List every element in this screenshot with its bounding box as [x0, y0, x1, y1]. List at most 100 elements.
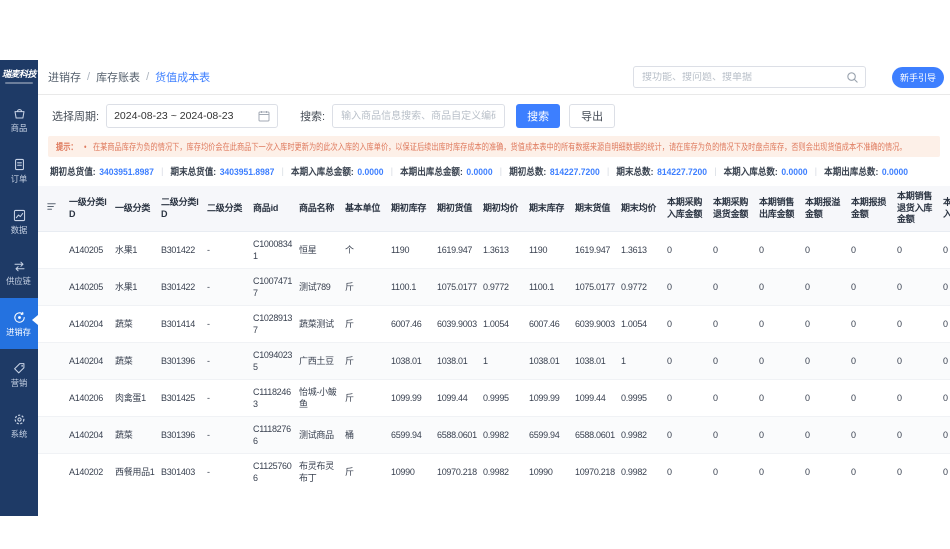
table-cell: 0	[943, 392, 948, 403]
summary-item: 期末总数: 814227.7200	[616, 164, 707, 178]
search-button[interactable]: 搜索	[516, 104, 561, 128]
table-cell: 0	[667, 355, 672, 366]
table-cell: 0	[667, 281, 672, 292]
order-icon	[12, 157, 27, 172]
table-cell: C10289137	[253, 312, 293, 336]
row-gutter-cell	[38, 417, 64, 453]
table-cell: 斤	[345, 281, 354, 292]
table-cell: 1038.01	[391, 355, 422, 366]
sidebar-item-goods[interactable]: 商品	[0, 94, 38, 145]
table-cell: 1038.01	[529, 355, 560, 366]
table-cell: 肉禽蛋1	[115, 392, 146, 403]
breadcrumb-item[interactable]: 进销存	[48, 69, 81, 85]
app-window: 瑞麦科技 商品订单数据供应链进销存营销系统 进销存/库存账表/货值成本表 新手引…	[0, 0, 950, 549]
column-filter-icon	[46, 201, 57, 216]
notice-prefix: 提示：	[56, 142, 78, 152]
notice-bar: 提示： • 在某商品库存为负的情况下，库存均价会在此商品下一次入库时更新为的此次…	[48, 136, 940, 157]
table-row: A140206 肉禽蛋1 B301425 - C11182463 怡城-小鲅鱼斤 1099.…	[38, 380, 950, 418]
table-cell: 怡城-小鲅鱼	[299, 386, 337, 410]
summary-value: 0.0000	[781, 167, 808, 178]
table-cell: B301396	[161, 429, 195, 440]
column-header: 本期报损金额	[851, 196, 887, 219]
sidebar-item-label: 数据	[10, 225, 28, 235]
table-cell: 0	[667, 429, 672, 440]
global-search	[632, 66, 866, 88]
table-cell: A140206	[69, 392, 103, 403]
sidebar-item-label: 订单	[10, 174, 28, 184]
column-header: 本期采购退货金额	[713, 196, 749, 219]
breadcrumb-item[interactable]: 货值成本表	[155, 69, 210, 85]
table-cell: C10008341	[253, 238, 293, 262]
summary-value: 0.0000	[466, 167, 493, 178]
table-cell: 0	[897, 318, 902, 329]
table-cell: A140204	[69, 318, 103, 329]
breadcrumb-item[interactable]: 库存账表	[96, 69, 140, 85]
column-header: 期末均价	[621, 202, 657, 213]
export-button[interactable]: 导出	[569, 104, 616, 128]
summary-separator: |	[161, 165, 164, 177]
column-settings-cell[interactable]	[38, 186, 64, 231]
breadcrumb: 进销存 / 库存账表 / 货值成本表	[48, 69, 210, 85]
topbar: 进销存 / 库存账表 / 货值成本表 新手引导	[38, 60, 950, 95]
table-cell: B301422	[161, 281, 195, 292]
column-header: 二级分类ID	[161, 196, 199, 219]
table-cell: 10970.218	[575, 466, 615, 477]
table-cell: 1075.0177	[437, 281, 477, 292]
row-gutter-cell	[38, 232, 64, 268]
table-cell: 0	[943, 244, 948, 255]
table-cell: 0	[667, 466, 672, 477]
topbar-right: 新手引导	[632, 66, 944, 88]
table-cell: 斤	[345, 466, 354, 477]
table-cell: 1099.99	[529, 392, 560, 403]
sidebar-item-inventory[interactable]: 进销存	[0, 298, 38, 349]
global-search-input[interactable]	[641, 71, 841, 83]
table-cell: 0	[805, 466, 810, 477]
table-cell: 0	[759, 318, 764, 329]
table-cell: 6588.0601	[437, 429, 477, 440]
table-cell: 0	[759, 429, 764, 440]
table-cell: 1038.01	[575, 355, 606, 366]
column-header: 本期销售出库金额	[759, 196, 795, 219]
table-cell: 0	[713, 392, 718, 403]
column-header: 基本单位	[345, 202, 381, 213]
column-header: 商品名称	[299, 202, 335, 213]
table-cell: 0.9982	[483, 429, 509, 440]
table-cell: 0.9982	[621, 466, 647, 477]
table-cell: -	[207, 429, 210, 440]
table-cell: 桶	[345, 429, 354, 440]
table-row: A140205 水果1 B301422 - C10074717 测试789 斤 1100.1 1…	[38, 269, 950, 307]
table-cell: C11182463	[253, 386, 291, 410]
sidebar-item-supply-chain[interactable]: 供应链	[0, 247, 38, 298]
table-cell: C10074717	[253, 275, 293, 299]
table-cell: 水果1	[115, 244, 138, 255]
table-cell: A140204	[69, 355, 103, 366]
table-cell: 1	[483, 355, 488, 366]
table-cell: 0.9982	[483, 466, 509, 477]
breadcrumb-separator: /	[87, 71, 91, 83]
search-icon[interactable]	[846, 71, 859, 84]
sidebar-item-system[interactable]: 系统	[0, 400, 38, 451]
table-cell: 6599.94	[391, 429, 422, 440]
guide-button[interactable]: 新手引导	[891, 66, 944, 88]
sidebar: 瑞麦科技 商品 订单 数据 供应链 进销存 营销 系统	[0, 60, 38, 516]
table-cell: 6007.46	[391, 318, 422, 329]
table-cell: 10990	[391, 466, 415, 477]
sidebar-item-label: 营销	[10, 378, 28, 388]
table-cell: 蔬菜测试	[299, 318, 334, 329]
sidebar-item-label: 商品	[10, 123, 28, 133]
summary-item: 期初总货值: 3403951.8987	[50, 164, 154, 178]
summary-value: 0.0000	[357, 167, 384, 178]
summary-label: 本期入库总数:	[723, 167, 778, 178]
row-gutter-cell	[38, 306, 64, 342]
table-cell: 10970.218	[437, 466, 477, 477]
table-cell: A140204	[69, 429, 103, 440]
product-search-input[interactable]	[332, 104, 506, 128]
table-cell: 0	[667, 318, 672, 329]
sidebar-item-orders[interactable]: 订单	[0, 145, 38, 196]
sidebar-item-data[interactable]: 数据	[0, 196, 38, 247]
sidebar-item-marketing[interactable]: 营销	[0, 349, 38, 400]
table-cell: 1619.947	[575, 244, 611, 255]
row-gutter-cell	[38, 343, 64, 379]
table-cell: 广西土豆	[299, 355, 334, 366]
date-range-picker[interactable]: 2024-08-23 ~ 2024-08-23	[106, 104, 279, 128]
